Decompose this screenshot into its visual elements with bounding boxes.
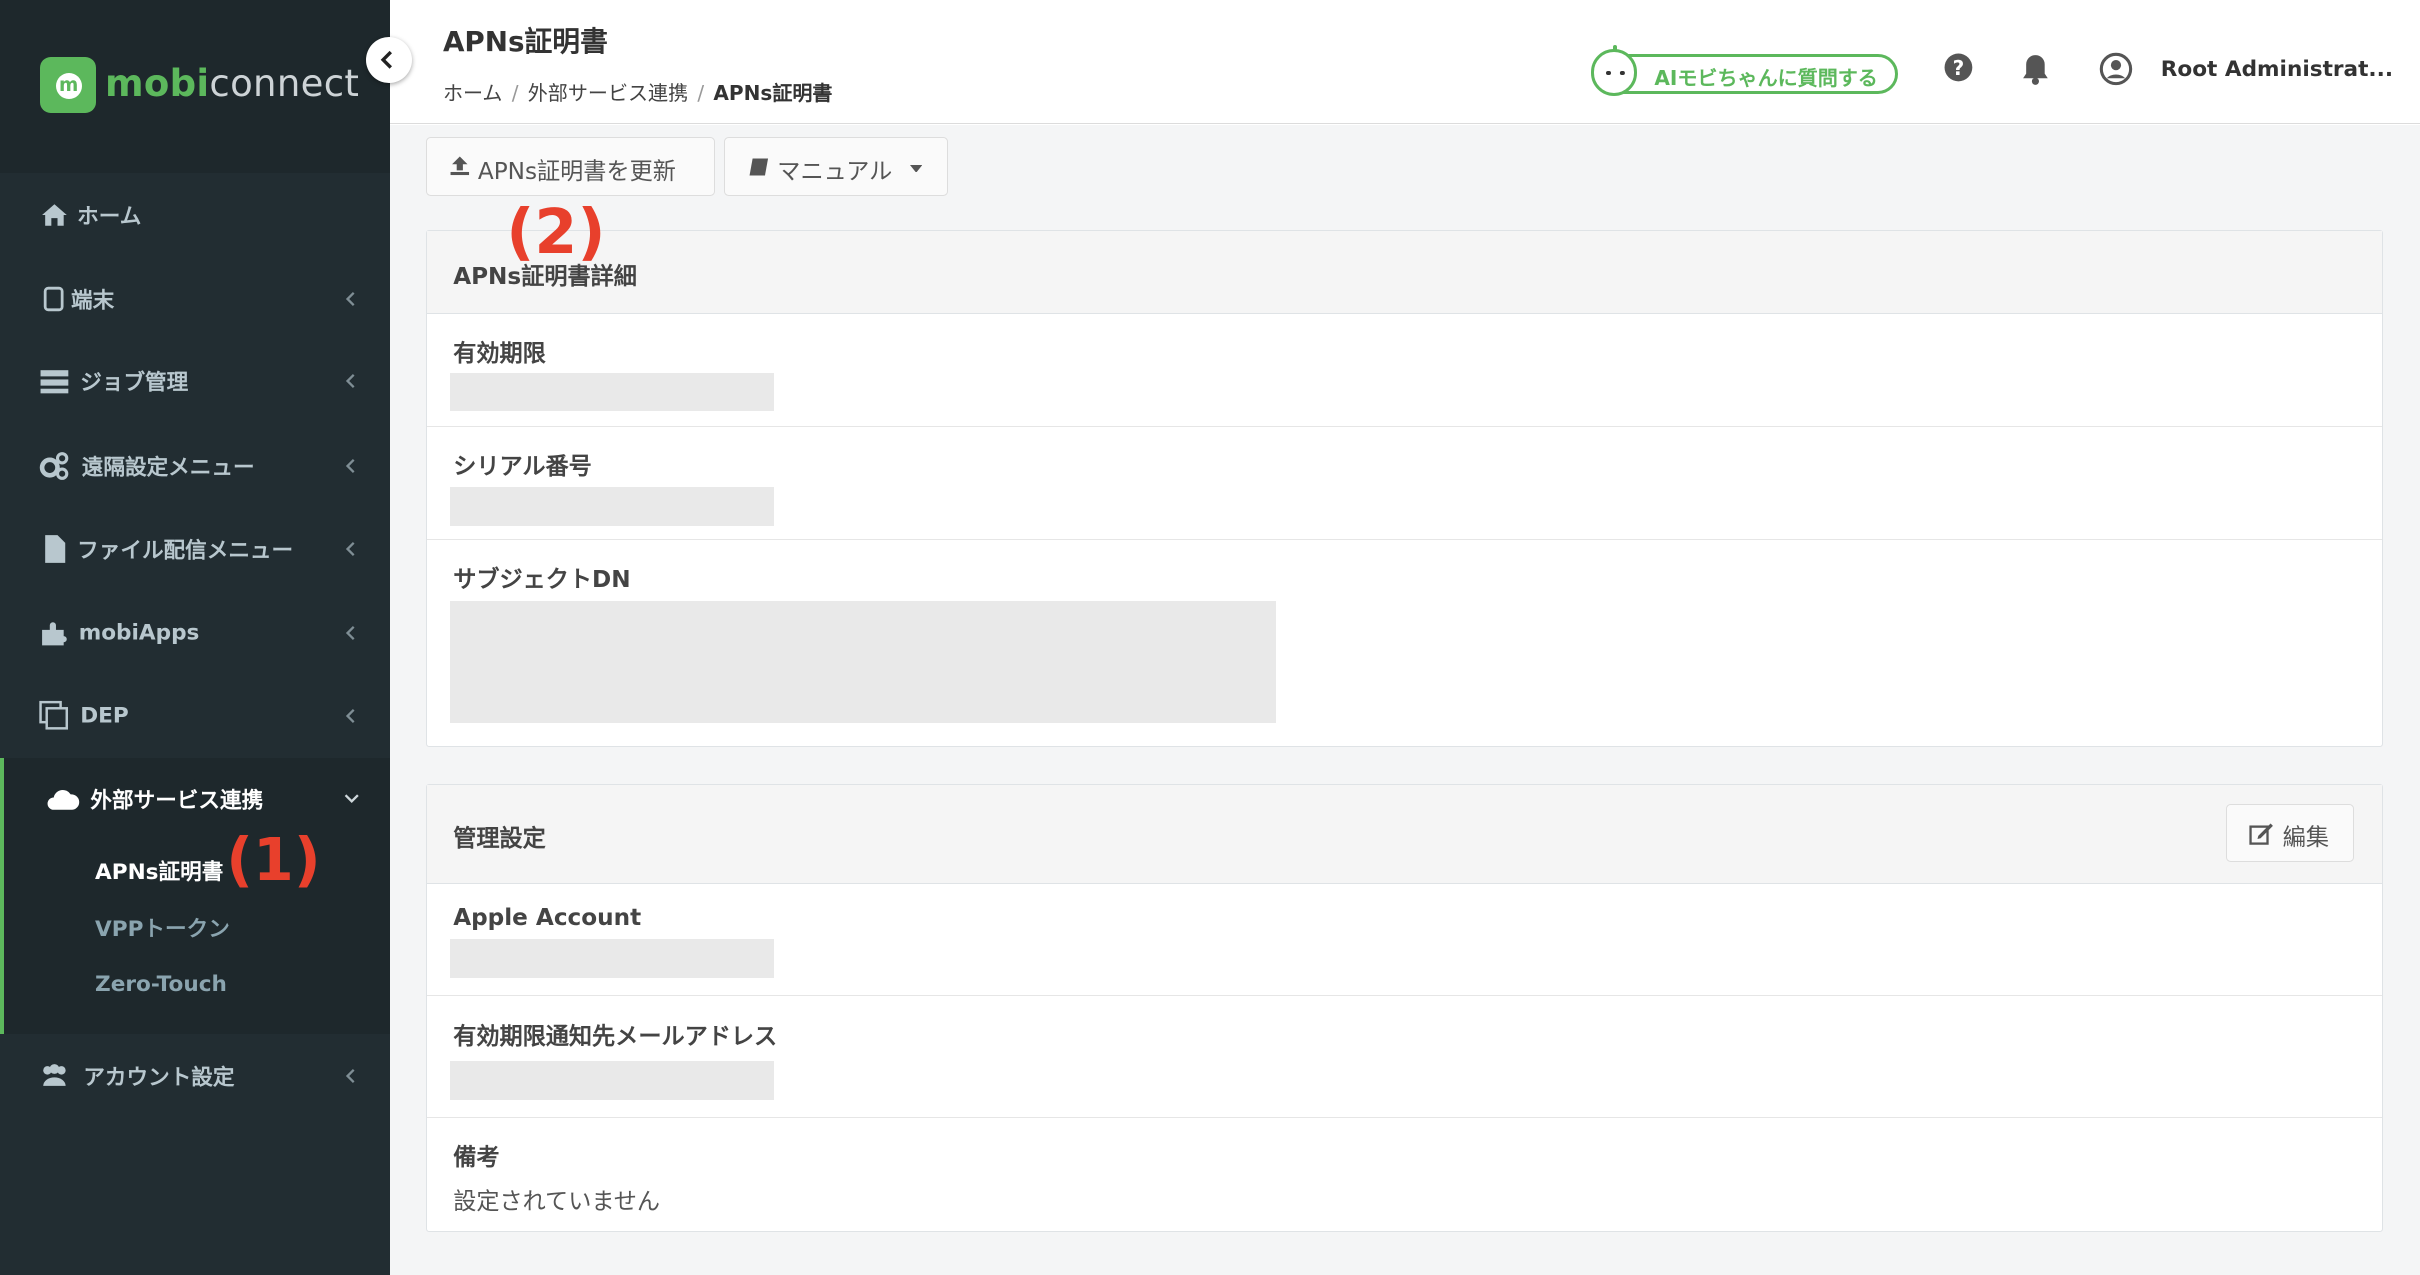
setting-row-apple-account: Apple Account [426, 884, 2382, 997]
sidebar-item-label: ホーム [77, 204, 142, 230]
sidebar-collapse-button[interactable] [365, 37, 413, 84]
submenu-item-vpp[interactable]: VPPトークン [95, 912, 230, 943]
logo-badge: m [55, 72, 82, 99]
svg-text:?: ? [1953, 57, 1965, 81]
setting-row-notify-email: 有効期限通知先メールアドレス [426, 996, 2382, 1119]
edit-icon [2249, 823, 2273, 845]
submenu-item-zero-touch[interactable]: Zero-Touch [95, 972, 227, 997]
sidebar-item-remote-settings[interactable]: 遠隔設定メニュー [0, 424, 390, 507]
chevron-down-icon [344, 794, 359, 804]
panel-header: 管理設定 編集 [426, 785, 2382, 884]
user-name[interactable]: Root Administrat... [2161, 57, 2393, 82]
manual-label: マニュアル [777, 159, 893, 186]
annotation-2: (2) [506, 195, 606, 268]
device-icon [43, 287, 64, 312]
sidebar-item-label: 端末 [70, 288, 115, 314]
setting-row-notes: 備考 設定されていません [427, 1118, 2382, 1229]
panel-header: APNs証明書詳細 [426, 230, 2382, 315]
help-icon[interactable]: ? [1943, 52, 1974, 83]
sidebar-group-external-services: 外部サービス連携 APNs証明書 VPPトークン Zero-Touch (1) [0, 757, 391, 1035]
top-header: APNs証明書 ホーム / 外部サービス連携 / APNs証明書 AIモビちゃんに質問す… [390, 0, 2420, 125]
redacted-value [450, 939, 775, 978]
copy-icon [38, 700, 68, 730]
logo-icon[interactable]: m [40, 57, 96, 113]
row-value: 設定されていません [453, 1188, 661, 1215]
detail-row-expiry: 有効期限 [426, 314, 2382, 427]
users-icon [42, 1063, 66, 1086]
breadcrumb-home[interactable]: ホーム [443, 81, 503, 105]
server-icon [40, 370, 68, 394]
chevron-left-icon [345, 459, 355, 474]
detail-row-subject-dn: サブジェクトDN [427, 540, 2382, 747]
sidebar-item-label: ジョブ管理 [80, 370, 189, 396]
sidebar-item-label: DEP [80, 703, 129, 729]
ai-assistant-button[interactable]: AIモビちゃんに質問する [1591, 44, 1899, 96]
chevron-left-icon [345, 1068, 355, 1083]
update-apns-button[interactable]: APNs証明書を更新 [425, 137, 715, 196]
edit-button[interactable]: 編集 [2226, 803, 2355, 863]
update-apns-label: APNs証明書を更新 [477, 159, 676, 186]
sidebar-item-label: ファイル配信メニュー [77, 538, 294, 564]
puzzle-icon [41, 621, 67, 646]
sidebar-item-home[interactable]: ホーム [0, 173, 390, 256]
chevron-left-icon [345, 374, 355, 389]
bell-icon[interactable] [2020, 52, 2051, 86]
logo-text[interactable]: mobiconnect [105, 62, 359, 105]
row-label: 有効期限通知先メールアドレス [453, 1023, 778, 1050]
edit-label: 編集 [2282, 825, 2329, 852]
redacted-value [450, 487, 775, 526]
chevron-left-icon [345, 542, 355, 557]
ai-assistant-label: AIモビちゃんに質問する [1654, 65, 1878, 90]
sidebar-item-jobs[interactable]: ジョブ管理 [0, 340, 390, 423]
brand-area: m mobiconnect [0, 0, 391, 173]
sidebar-item-label: 外部サービス連携 [90, 788, 264, 814]
management-settings-panel: 管理設定 編集 Apple Account 有効期限通知先メールアドレス 備考 … [425, 784, 2383, 1232]
detail-row-serial: シリアル番号 [426, 427, 2382, 540]
chevron-left-icon [345, 709, 355, 724]
apns-details-panel: APNs証明書詳細 有効期限 シリアル番号 サブジェクトDN [425, 229, 2383, 747]
home-icon [41, 203, 67, 226]
sidebar-item-device[interactable]: 端末 [0, 258, 390, 341]
redacted-value [450, 372, 775, 412]
sidebar-item-file-delivery[interactable]: ファイル配信メニュー [0, 508, 390, 591]
panel-title: 管理設定 [453, 825, 546, 852]
breadcrumb-external-services[interactable]: 外部サービス連携 [528, 81, 688, 105]
submenu-item-apns[interactable]: APNs証明書 [95, 855, 223, 886]
sidebar: m mobiconnect ホーム 端末 ジョブ管理 遠隔設定メニュー ファイル… [0, 0, 391, 1275]
sidebar-item-label: アカウント設定 [83, 1065, 235, 1091]
cloud-icon [47, 790, 79, 811]
caret-down-icon [910, 164, 923, 173]
breadcrumb: ホーム / 外部サービス連携 / APNs証明書 [442, 81, 833, 106]
app-root: m mobiconnect ホーム 端末 ジョブ管理 遠隔設定メニュー ファイル… [0, 0, 2420, 1275]
annotation-1: (1) [226, 825, 321, 894]
redacted-value [450, 601, 1276, 724]
redacted-value [450, 1061, 775, 1100]
manual-dropdown-button[interactable]: マニュアル [723, 137, 948, 196]
row-label: 備考 [453, 1145, 500, 1172]
sidebar-item-external-services[interactable]: 外部サービス連携 [4, 758, 390, 841]
chevron-left-icon [345, 625, 355, 640]
chevron-left-icon [380, 51, 392, 70]
breadcrumb-current: APNs証明書 [713, 81, 833, 106]
sidebar-item-label: mobiApps [78, 620, 200, 646]
row-label: サブジェクトDN [453, 566, 631, 593]
main-content: APNs証明書を更新 マニュアル APNs証明書詳細 有効期限 シリアル番号 サ… [390, 125, 2420, 1275]
page-title: APNs証明書 [442, 25, 608, 59]
sidebar-item-label: 遠隔設定メニュー [81, 455, 255, 481]
user-avatar-icon[interactable] [2099, 52, 2133, 86]
sidebar-item-account-settings[interactable]: アカウント設定 [0, 1034, 390, 1117]
chevron-left-icon [345, 292, 355, 307]
row-label: 有効期限 [453, 341, 546, 368]
upload-icon [450, 156, 469, 176]
sidebar-item-mobiapps[interactable]: mobiApps [0, 591, 390, 674]
gears-icon [39, 452, 68, 480]
mascot-icon [1591, 44, 1638, 96]
row-label: Apple Account [453, 905, 642, 932]
row-label: シリアル番号 [453, 454, 592, 480]
file-icon [44, 535, 65, 564]
book-icon [749, 158, 769, 176]
sidebar-item-dep[interactable]: DEP [0, 674, 390, 757]
